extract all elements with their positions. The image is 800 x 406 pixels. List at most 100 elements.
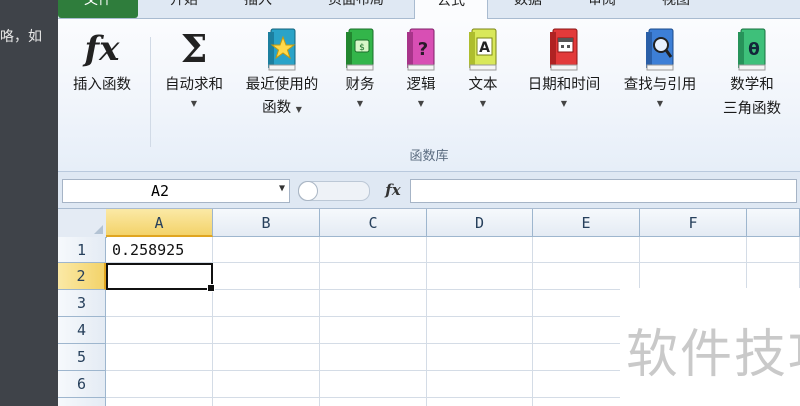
watermark: 软件技巧 (620, 288, 800, 406)
recently-used-label: 最近使用的 (245, 77, 319, 93)
text-label: 文本 (468, 77, 498, 93)
date-time-button[interactable]: 日期和时间 ▼ (516, 25, 612, 111)
grid-cell[interactable] (106, 398, 213, 406)
grid-cell[interactable] (427, 290, 533, 317)
insert-function-fx-button[interactable]: fx (378, 179, 408, 201)
select-all-corner[interactable] (58, 209, 107, 238)
grid-cell[interactable] (106, 344, 213, 371)
chevron-down-icon: ▼ (417, 99, 425, 108)
grid-cell[interactable] (213, 317, 320, 344)
tab-home[interactable]: 开始 (154, 0, 214, 18)
tab-file[interactable]: 文件 (58, 0, 138, 18)
function-library-group-label: 函数库 (409, 149, 449, 164)
grid-cell[interactable] (320, 344, 427, 371)
row-header-5[interactable]: 5 (58, 344, 106, 371)
grid-cell[interactable] (213, 371, 320, 398)
grid-cell[interactable] (747, 237, 800, 263)
ribbon-tab-bar: 文件 开始 插入 页面布局 公式 数据 审阅 视图 (58, 0, 800, 20)
column-header-f[interactable]: F (640, 209, 747, 237)
logical-label: 逻辑 (406, 77, 436, 93)
autosum-button[interactable]: Σ 自动求和 ▼ (154, 25, 234, 111)
grid-cell[interactable] (427, 237, 533, 263)
grid-cell[interactable] (320, 398, 427, 406)
grid-cell[interactable] (427, 371, 533, 398)
grid-cell[interactable] (213, 398, 320, 406)
grid-cell[interactable] (213, 344, 320, 371)
svg-text:?: ? (418, 39, 428, 60)
grid-cell[interactable] (106, 317, 213, 344)
ribbon-formulas: fx 插入函数 Σ 自动求和 ▼ 最近使用的 函数 ▼ $ 财务 ▼ ? 逻辑 … (58, 19, 800, 172)
tab-formulas[interactable]: 公式 (414, 0, 488, 20)
book-calendar-icon (516, 25, 612, 73)
text-button[interactable]: A 文本 ▼ (452, 25, 514, 111)
grid-cell[interactable] (320, 371, 427, 398)
math-trig-label-2: 三角函数 (723, 101, 781, 117)
lookup-reference-button[interactable]: 查找与引用 ▼ (614, 25, 706, 111)
tab-page-layout[interactable]: 页面布局 (306, 0, 406, 18)
recently-used-button[interactable]: 最近使用的 函数 ▼ (234, 25, 330, 119)
fill-handle[interactable] (207, 284, 215, 292)
grid-cell[interactable] (427, 344, 533, 371)
grid-cell[interactable] (640, 263, 747, 290)
column-header-a[interactable]: A (106, 209, 213, 237)
cell-a1[interactable]: 0.258925 (106, 237, 213, 263)
grid-cell[interactable] (427, 263, 533, 290)
grid-cell[interactable] (427, 317, 533, 344)
grid-cell[interactable] (427, 398, 533, 406)
logical-button[interactable]: ? 逻辑 ▼ (392, 25, 450, 111)
book-magnifier-icon (614, 25, 706, 73)
row-header-6[interactable]: 6 (58, 371, 106, 398)
autosum-sigma-icon: Σ (180, 26, 208, 71)
financial-button[interactable]: $ 财务 ▼ (330, 25, 390, 111)
chevron-down-icon: ▼ (560, 99, 568, 108)
tab-data[interactable]: 数据 (498, 0, 558, 18)
grid-cell[interactable] (640, 237, 747, 263)
grid-cell[interactable] (213, 237, 320, 263)
grid-cell[interactable] (213, 263, 320, 290)
watermark-text: 软件技巧 (626, 325, 800, 385)
column-header-d[interactable]: D (427, 209, 533, 237)
tab-insert[interactable]: 插入 (228, 0, 288, 18)
math-trig-button[interactable]: θ 数学和 三角函数 (708, 25, 796, 121)
date-time-label: 日期和时间 (527, 77, 601, 93)
row-header-7[interactable] (58, 398, 106, 406)
grid-cell[interactable] (320, 290, 427, 317)
formula-bar: A2 ▼ fx (58, 172, 800, 209)
tab-review[interactable]: 审阅 (572, 0, 632, 18)
svg-text:$: $ (359, 43, 365, 53)
grid-cell[interactable] (106, 371, 213, 398)
ribbon-separator (150, 37, 151, 147)
autosum-label: 自动求和 (165, 77, 223, 93)
background-text: 咯，如 (0, 29, 42, 45)
active-cell-a2[interactable] (106, 263, 215, 292)
grid-cell[interactable] (320, 237, 427, 263)
book-question-icon: ? (392, 25, 450, 73)
row-header-2[interactable]: 2 (58, 263, 106, 290)
column-header-c[interactable]: C (320, 209, 427, 237)
grid-cell[interactable] (320, 317, 427, 344)
resize-knob-icon[interactable] (298, 181, 318, 201)
row-header-3[interactable]: 3 (58, 290, 106, 317)
financial-label: 财务 (345, 77, 375, 93)
book-theta-icon: θ (708, 25, 796, 73)
column-header-e[interactable]: E (533, 209, 640, 237)
svg-text:θ: θ (748, 40, 760, 60)
grid-cell[interactable] (747, 263, 800, 290)
formula-bar-resize-handle[interactable] (298, 181, 370, 201)
grid-cell[interactable] (320, 263, 427, 290)
row-header-1[interactable]: 1 (58, 237, 106, 263)
chevron-down-icon: ▼ (479, 99, 487, 108)
grid-cell[interactable] (533, 237, 640, 263)
excel-window: 文件 开始 插入 页面布局 公式 数据 审阅 视图 fx 插入函数 Σ 自动求和… (58, 0, 800, 406)
name-box[interactable]: A2 ▼ (62, 179, 290, 203)
insert-function-button[interactable]: fx 插入函数 (60, 25, 144, 97)
grid-cell[interactable] (533, 263, 640, 290)
row-header-4[interactable]: 4 (58, 317, 106, 344)
grid-cell[interactable] (106, 290, 213, 317)
grid-cell[interactable] (213, 290, 320, 317)
tab-view[interactable]: 视图 (646, 0, 706, 18)
column-header-g[interactable] (747, 209, 800, 237)
chevron-down-icon[interactable]: ▼ (279, 183, 285, 194)
formula-input[interactable] (410, 179, 797, 203)
column-header-b[interactable]: B (213, 209, 320, 237)
